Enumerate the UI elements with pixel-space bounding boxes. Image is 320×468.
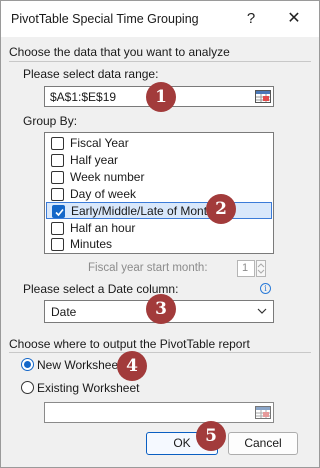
callout-badge-3: 3 [146,294,176,324]
checkbox[interactable] [51,238,64,251]
group-by-label: Group By: [23,114,78,128]
group-option-early-middle-late[interactable]: Early/Middle/Late of Month [46,202,272,219]
existing-worksheet-label: Existing Worksheet [37,381,140,395]
range-value: $A$1:$E$19 [50,90,117,104]
group-option-minutes[interactable]: Minutes [46,236,272,253]
info-icon[interactable]: i [260,283,271,294]
group-option-fiscal-year[interactable]: Fiscal Year [46,135,272,152]
existing-worksheet-radio[interactable] [21,381,34,394]
callout-badge-5: 5 [196,421,226,451]
fiscal-start-month-value: 1 [242,262,249,274]
option-label: Fiscal Year [70,136,129,150]
callout-badge-1: 1 [146,82,176,112]
cancel-button[interactable]: Cancel [228,432,298,455]
check-icon [55,208,64,217]
checkbox[interactable] [51,188,64,201]
section-divider [9,352,311,353]
callout-badge-4: 4 [117,351,147,381]
help-button[interactable]: ? [239,7,263,31]
checkbox[interactable] [51,154,64,167]
output-section-heading: Choose where to output the PivotTable re… [9,337,250,351]
window-title: PivotTable Special Time Grouping [11,12,199,26]
checkbox-checked[interactable] [52,205,65,218]
option-label: Minutes [70,237,113,251]
section-divider [9,61,311,62]
spin-arrows-icon[interactable] [256,260,266,277]
group-option-week-number[interactable]: Week number [46,169,272,186]
checkbox[interactable] [51,137,64,150]
checkbox[interactable] [51,171,64,184]
group-option-half-year[interactable]: Half year [46,152,272,169]
date-column-value: Date [51,305,77,319]
option-label: Early/Middle/Late of Month [71,204,214,218]
checkbox[interactable] [51,222,64,235]
range-select-icon[interactable] [255,90,271,103]
fiscal-start-month-label: Fiscal year start month: [88,262,208,274]
group-option-day-of-week[interactable]: Day of week [46,186,272,203]
chevron-down-icon [257,308,267,314]
dialog-window: PivotTable Special Time Grouping ? ✕ Cho… [0,0,320,468]
group-option-half-an-hour[interactable]: Half an hour [46,220,272,237]
fiscal-start-month-input[interactable]: 1 [237,260,255,277]
data-section-heading: Choose the data that you want to analyze [9,45,230,59]
option-label: Week number [70,170,145,184]
option-label: Day of week [70,187,137,201]
output-location-input[interactable] [44,402,274,423]
range-select-icon[interactable] [255,406,271,419]
range-label: Please select data range: [23,67,159,81]
new-worksheet-label: New Worksheet [37,358,122,372]
option-label: Half year [70,153,119,167]
callout-badge-2: 2 [206,194,236,224]
new-worksheet-radio[interactable] [21,358,34,371]
close-button[interactable]: ✕ [282,7,306,31]
title-bar: PivotTable Special Time Grouping ? ✕ [1,1,319,37]
option-label: Half an hour [70,221,136,235]
group-by-list: Fiscal Year Half year Week number Day of… [44,132,274,254]
